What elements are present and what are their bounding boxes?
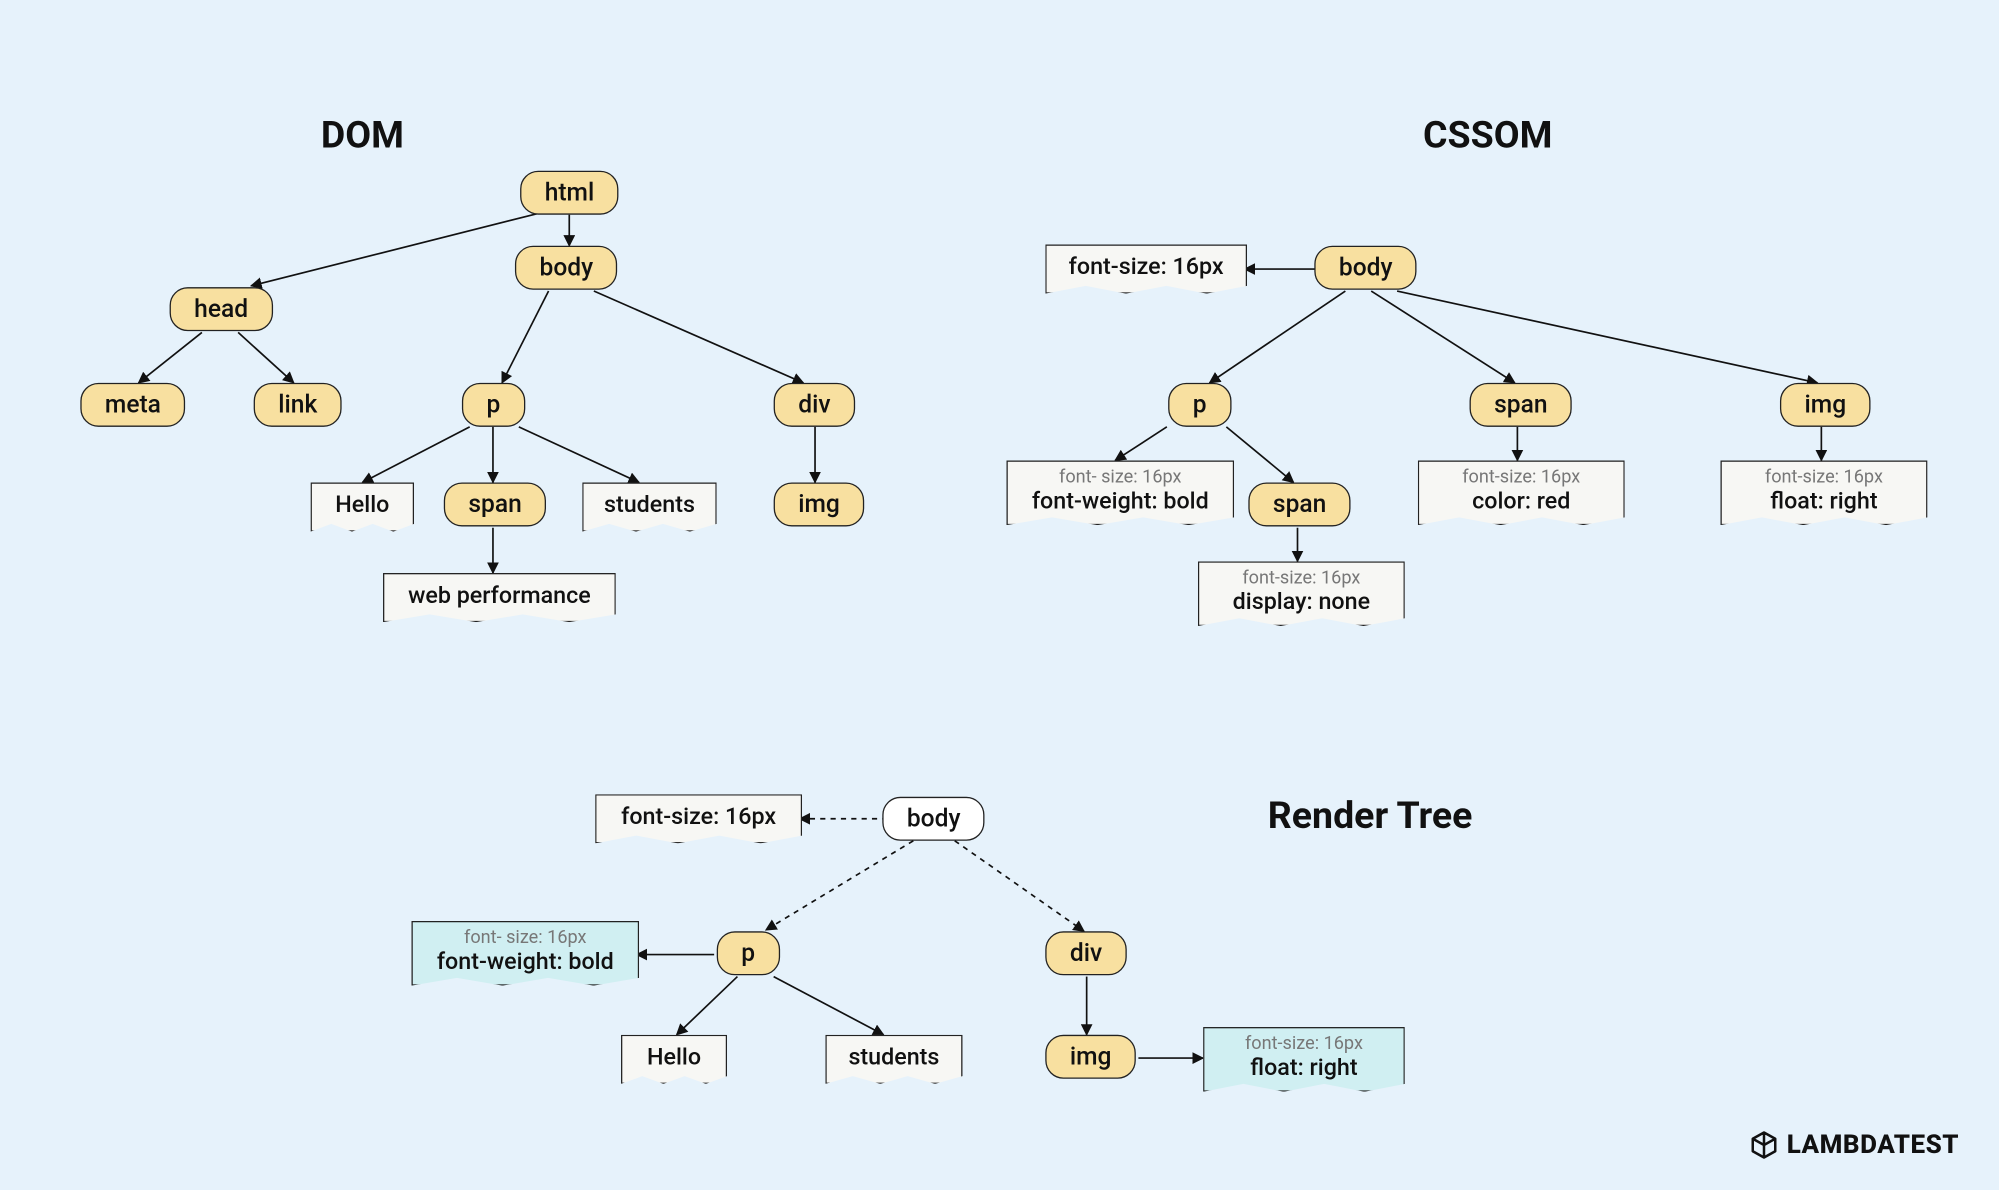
cssom-p: p [1168,383,1231,427]
dom-students: students [582,482,717,531]
render-img: img [1045,1035,1136,1079]
render-body: body [882,797,985,841]
cssom-p-note: font- size: 16px font-weight: bold [1006,460,1234,525]
cssom-img-note-line1: font-size: 16px [1764,469,1882,489]
cssom-body-note: font-size: 16px [1045,244,1247,293]
cssom-span2: span [1248,482,1351,526]
dom-head: head [169,287,272,331]
dom-webperf: web performance [383,573,616,622]
render-body-note: font-size: 16px [595,794,802,843]
cssom-img-note-line2: float: right [1770,489,1877,515]
brand-logo: LAMBDATEST [1749,1130,1959,1160]
render-img-note: font-size: 16px float: right [1203,1027,1405,1092]
dom-span: span [443,482,546,526]
cssom-span-note: font-size: 16px color: red [1417,460,1624,525]
brand-text: LAMBDATEST [1787,1130,1959,1160]
cssom-span2-note: font-size: 16px display: none [1197,561,1404,626]
cssom-span-note-line1: font-size: 16px [1462,469,1580,489]
dom-meta: meta [80,383,185,427]
cssom-img: img [1779,383,1870,427]
cssom-img-note: font-size: 16px float: right [1720,460,1927,525]
cssom-span: span [1469,383,1572,427]
dom-html: html [520,171,619,215]
heading-dom: DOM [320,114,403,158]
dom-hello: Hello [310,482,413,531]
render-img-note-line2: float: right [1250,1055,1357,1081]
cssom-span2-note-line2: display: none [1232,590,1369,616]
heading-render: Render Tree [1267,794,1472,838]
render-img-note-line1: font-size: 16px [1244,1035,1362,1055]
cssom-p-note-line2: font-weight: bold [1031,489,1208,515]
cssom-span2-note-line1: font-size: 16px [1242,570,1360,590]
dom-body: body [514,246,617,290]
cssom-span-note-line2: color: red [1472,489,1570,515]
render-p-note-line2: font-weight: bold [436,949,613,975]
render-p-note-line1: font- size: 16px [464,929,586,949]
dom-p: p [461,383,524,427]
dom-img: img [773,482,864,526]
dom-link: link [253,383,341,427]
render-p: p [716,931,779,975]
dom-div: div [773,383,854,427]
heading-cssom: CSSOM [1422,114,1551,158]
lambdatest-logo-icon [1749,1130,1779,1160]
cssom-body: body [1314,246,1417,290]
render-students: students [825,1035,962,1084]
render-hello: Hello [621,1035,727,1084]
render-p-note: font- size: 16px font-weight: bold [411,921,639,986]
cssom-p-note-line1: font- size: 16px [1059,469,1181,489]
render-div: div [1045,931,1126,975]
